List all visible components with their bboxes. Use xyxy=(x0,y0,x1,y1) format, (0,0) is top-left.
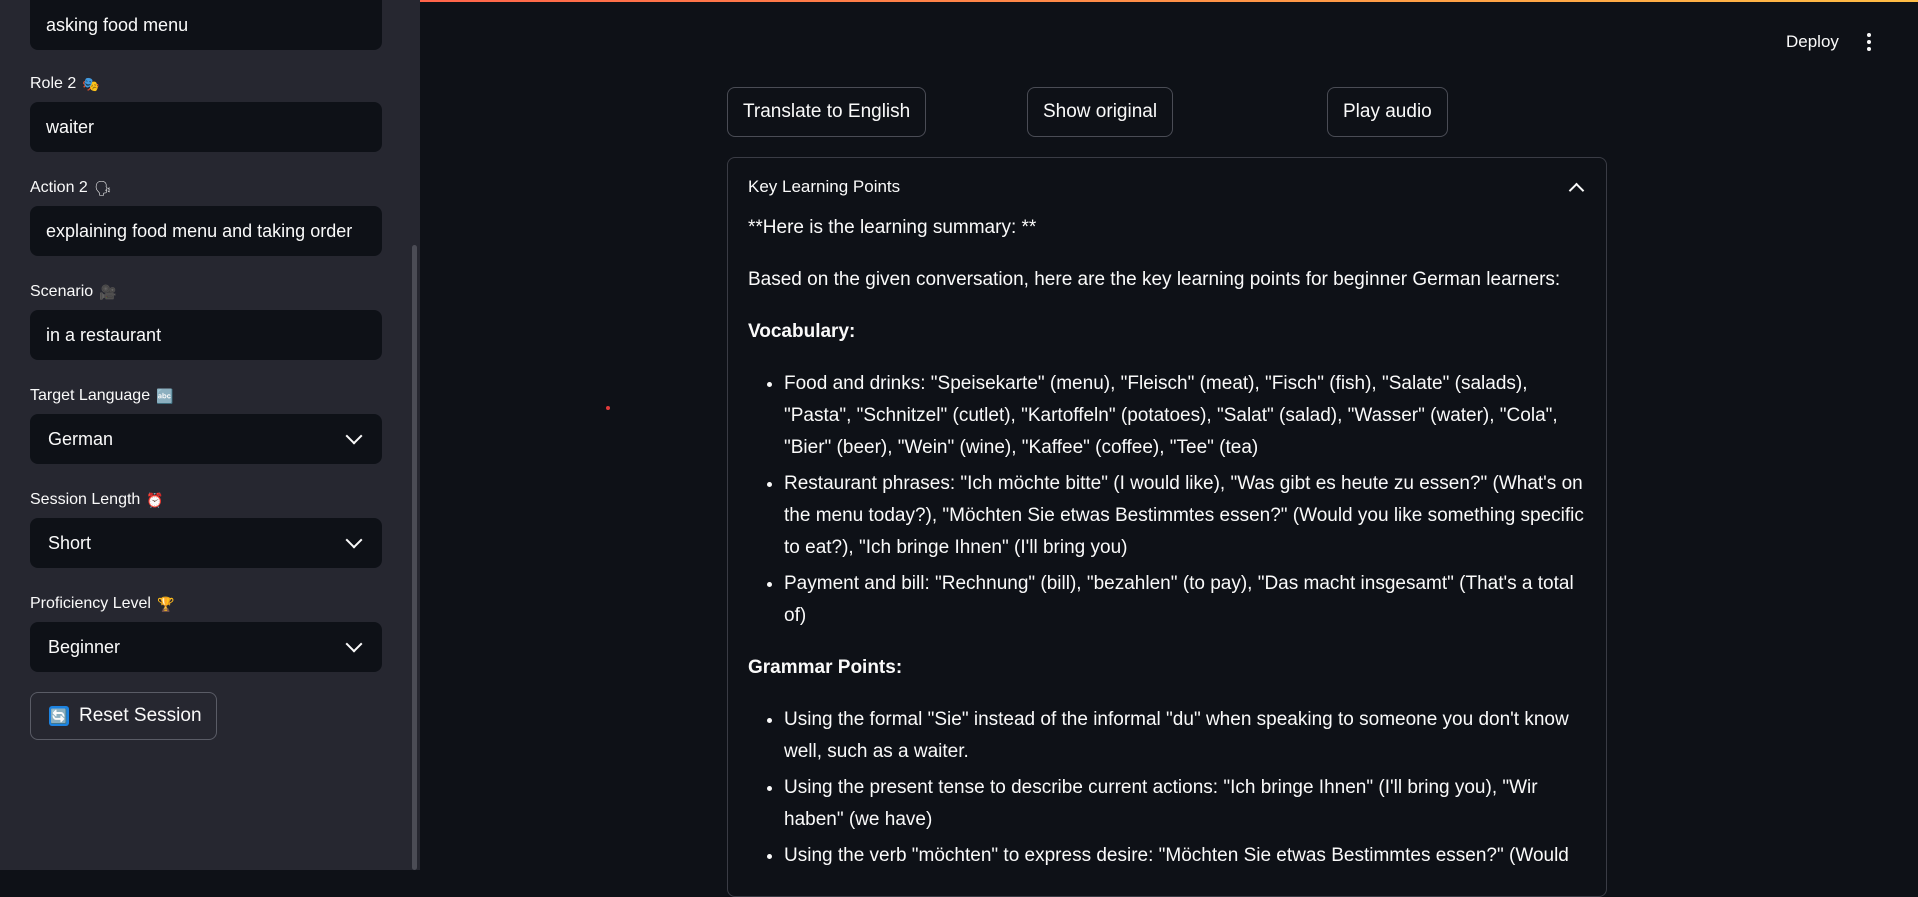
proficiency-label: Proficiency Level 🏆 xyxy=(30,594,382,614)
action2-value: explaining food menu and taking order xyxy=(46,220,353,241)
role2-label: Role 2 🎭 xyxy=(30,74,382,94)
sidebar: asking food menu Role 2 🎭 waiter Action … xyxy=(0,0,420,870)
play-audio-button[interactable]: Play audio xyxy=(1327,87,1448,137)
proficiency-label-text: Proficiency Level xyxy=(30,595,151,612)
play-audio-button-label: Play audio xyxy=(1343,101,1432,122)
action1-input[interactable]: asking food menu xyxy=(30,0,382,50)
cursor-dot xyxy=(606,406,610,410)
target-language-label-text: Target Language xyxy=(30,387,151,404)
sidebar-scrollbar[interactable] xyxy=(412,245,417,870)
session-length-value: Short xyxy=(48,532,92,553)
translate-button[interactable]: Translate to English xyxy=(727,87,927,137)
target-language-value: German xyxy=(48,428,114,449)
vocabulary-list: Food and drinks: "Speisekarte" (menu), "… xyxy=(748,368,1586,632)
speaking-head-icon: 🗣 xyxy=(93,179,112,196)
scenario-label-text: Scenario xyxy=(30,283,94,300)
scenario-input[interactable]: in a restaurant xyxy=(30,310,382,360)
movie-camera-icon: 🎥 xyxy=(99,283,117,300)
chevron-down-icon xyxy=(345,427,363,445)
sidebar-content: asking food menu Role 2 🎭 waiter Action … xyxy=(30,0,382,740)
expander-body: **Here is the learning summary: ** Based… xyxy=(728,212,1606,872)
deploy-button[interactable]: Deploy xyxy=(1786,32,1839,52)
list-item: Food and drinks: "Speisekarte" (menu), "… xyxy=(784,368,1586,464)
refresh-icon: 🔄 xyxy=(49,706,69,726)
translate-button-label: Translate to English xyxy=(743,101,911,122)
action2-label-text: Action 2 xyxy=(30,179,88,196)
target-language-select[interactable]: German xyxy=(30,414,382,464)
abc-icon: 🔤 xyxy=(156,387,174,404)
grammar-list: Using the formal "Sie" instead of the in… xyxy=(748,704,1586,872)
role2-input[interactable]: waiter xyxy=(30,102,382,152)
role2-label-text: Role 2 xyxy=(30,75,77,92)
chevron-down-icon xyxy=(345,635,363,653)
action2-label: Action 2 🗣 xyxy=(30,178,382,198)
list-item: Restaurant phrases: "Ich möchte bitte" (… xyxy=(784,468,1586,564)
show-original-button[interactable]: Show original xyxy=(1027,87,1174,137)
list-item: Using the present tense to describe curr… xyxy=(784,772,1586,836)
trophy-icon: 🏆 xyxy=(156,595,175,612)
list-item: Using the formal "Sie" instead of the in… xyxy=(784,704,1586,768)
scenario-value: in a restaurant xyxy=(46,324,162,345)
proficiency-value: Beginner xyxy=(48,636,121,657)
key-learning-points-expander: Key Learning Points **Here is the learni… xyxy=(727,157,1607,897)
more-options-icon[interactable] xyxy=(1867,33,1871,54)
show-original-button-label: Show original xyxy=(1043,101,1158,122)
action2-input[interactable]: explaining food menu and taking order xyxy=(30,206,382,256)
list-item: Using the verb "möchten" to express desi… xyxy=(784,840,1586,872)
proficiency-select[interactable]: Beginner xyxy=(30,622,382,672)
chevron-up-icon[interactable] xyxy=(1568,182,1585,198)
role2-value: waiter xyxy=(46,116,95,137)
session-length-label-text: Session Length xyxy=(30,491,141,508)
expander-title: Key Learning Points xyxy=(748,177,901,196)
action1-value: asking food menu xyxy=(46,14,189,35)
chevron-down-icon xyxy=(345,531,363,549)
target-language-label: Target Language 🔤 xyxy=(30,386,382,406)
reset-session-button[interactable]: 🔄 Reset Session xyxy=(30,692,217,740)
intro-paragraph: Based on the given conversation, here ar… xyxy=(748,269,1561,290)
list-item: Payment and bill: "Rechnung" (bill), "be… xyxy=(784,568,1586,632)
summary-line: **Here is the learning summary: ** xyxy=(748,217,1037,238)
expander-header[interactable]: Key Learning Points xyxy=(728,158,1606,216)
reset-session-label: Reset Session xyxy=(79,705,202,726)
scenario-label: Scenario 🎥 xyxy=(30,282,382,302)
session-length-select[interactable]: Short xyxy=(30,518,382,568)
alarm-clock-icon: ⏰ xyxy=(146,491,164,508)
grammar-heading: Grammar Points: xyxy=(748,657,903,678)
vocabulary-heading: Vocabulary: xyxy=(748,321,856,342)
theater-masks-icon: 🎭 xyxy=(82,75,100,92)
session-length-label: Session Length ⏰ xyxy=(30,490,382,510)
